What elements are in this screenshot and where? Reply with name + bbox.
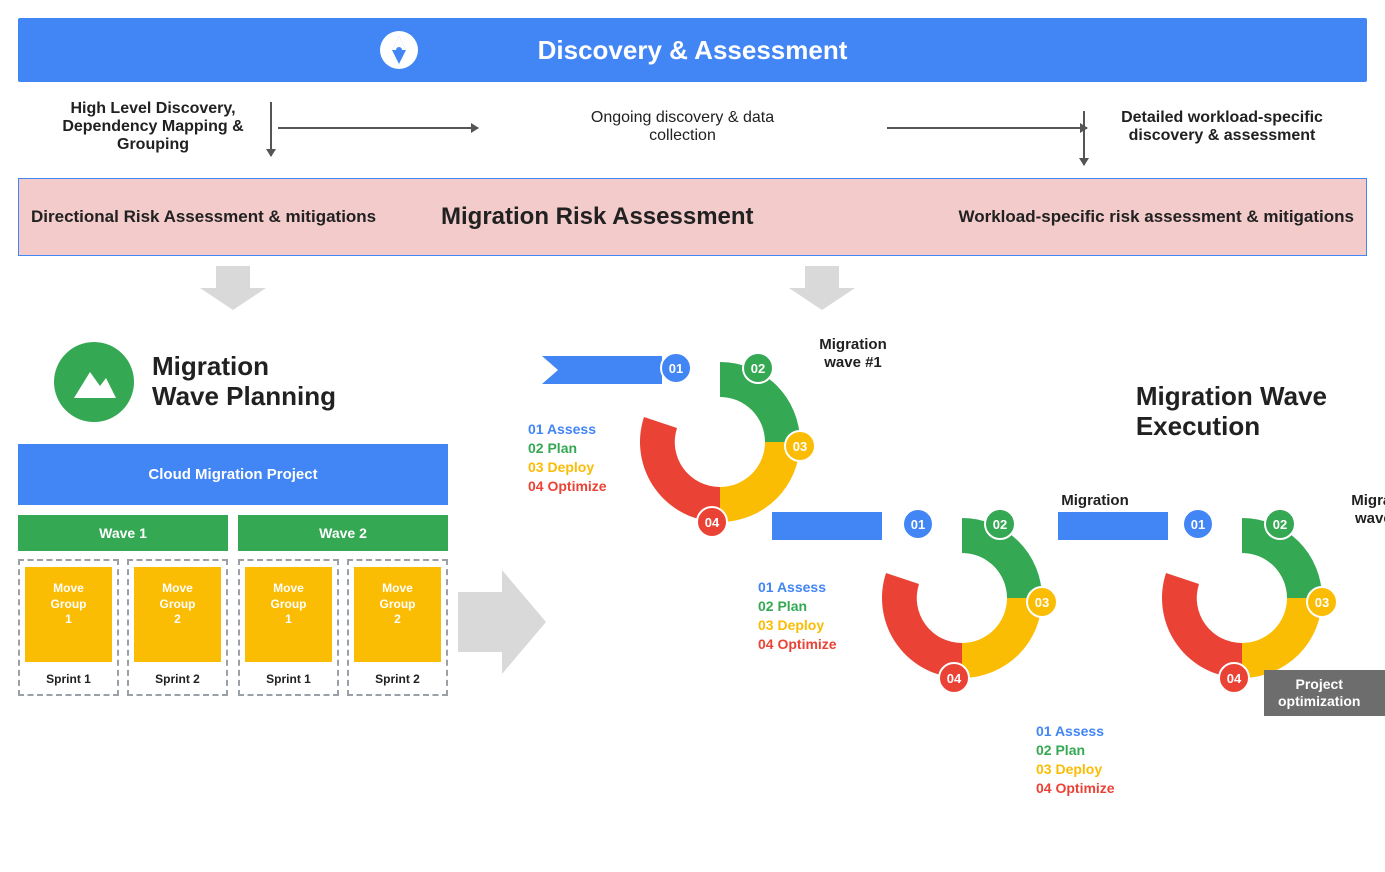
sprint-box: Move Group 2 Sprint 2	[127, 559, 228, 696]
step-badge-04: 04	[1218, 662, 1250, 694]
legend-plan: 02 Plan	[758, 597, 837, 616]
ring-flag-icon	[1058, 512, 1118, 540]
move-group-box: Move Group 2	[134, 567, 221, 662]
step-badge-01: 01	[660, 352, 692, 384]
project-optimization-tag: Project optimization	[1264, 670, 1385, 716]
cloud-migration-project-box: Cloud Migration Project	[18, 444, 448, 505]
subrow-left-text: High Level Discovery, Dependency Mapping…	[62, 100, 243, 154]
sprint-label: Sprint 1	[245, 672, 332, 686]
discovery-subrow: High Level Discovery, Dependency Mapping…	[18, 82, 1367, 178]
arrow-right-icon	[278, 127, 478, 129]
legend-assess: 01 Assess	[528, 420, 607, 439]
risk-mid-title: Migration Risk Assessment	[441, 203, 958, 231]
risk-assessment-band: Directional Risk Assessment & mitigation…	[18, 178, 1367, 256]
move-group-box: Move Group 1	[25, 567, 112, 662]
arrow-right-icon	[887, 127, 1087, 129]
step-badge-01: 01	[902, 508, 934, 540]
legend-assess: 01 Assess	[758, 578, 837, 597]
gray-down-arrows	[18, 266, 1367, 322]
arrow-down-large-icon	[188, 266, 278, 310]
sprint-box: Move Group 1 Sprint 1	[18, 559, 119, 696]
sprint-box: Move Group 2 Sprint 2	[347, 559, 448, 696]
legend-deploy: 03 Deploy	[1036, 760, 1115, 779]
legend-optimize: 04 Optimize	[758, 635, 837, 654]
migration-wave-execution: Migration Wave Execution Migration wave …	[558, 342, 1367, 842]
step-badge-04: 04	[938, 662, 970, 694]
sprint-label: Sprint 2	[354, 672, 441, 686]
legend-plan: 02 Plan	[528, 439, 607, 458]
move-group-box: Move Group 2	[354, 567, 441, 662]
mountain-icon	[54, 342, 134, 422]
step-badge-04: 04	[696, 506, 728, 538]
step-badge-02: 02	[984, 508, 1016, 540]
legend-plan: 02 Plan	[1036, 741, 1115, 760]
discovery-header: Discovery & Assessment	[18, 18, 1367, 82]
wave-box: Wave 2	[238, 515, 448, 551]
subrow-right-text: Detailed workload-specific discovery & a…	[1121, 109, 1323, 145]
legend-assess: 01 Assess	[1036, 722, 1115, 741]
subrow-mid-text: Ongoing discovery & data collection	[591, 109, 774, 145]
cycle-legend: 01 Assess 02 Plan 03 Deploy 04 Optimize	[758, 578, 837, 654]
compass-icon	[378, 29, 420, 71]
arrow-down-icon	[1083, 111, 1085, 165]
legend-optimize: 04 Optimize	[1036, 779, 1115, 798]
migration-wave-ring-2: Migration wave #2 01 02 03 04	[840, 498, 1088, 698]
arrow-down-icon	[270, 102, 272, 156]
cycle-legend: 01 Assess 02 Plan 03 Deploy 04 Optimize	[1036, 722, 1115, 798]
step-badge-01: 01	[1182, 508, 1214, 540]
legend-deploy: 03 Deploy	[758, 616, 837, 635]
execution-title: Migration Wave Execution	[1136, 382, 1327, 442]
cycle-legend: 01 Assess 02 Plan 03 Deploy 04 Optimize	[528, 420, 607, 496]
risk-left-text: Directional Risk Assessment & mitigation…	[31, 207, 441, 227]
move-group-box: Move Group 1	[245, 567, 332, 662]
risk-right-text: Workload-specific risk assessment & miti…	[958, 207, 1354, 227]
header-title: Discovery & Assessment	[538, 35, 848, 66]
step-badge-02: 02	[1264, 508, 1296, 540]
migration-wave-planning: Migration Wave Planning Cloud Migration …	[18, 342, 448, 696]
legend-deploy: 03 Deploy	[528, 458, 607, 477]
sprint-label: Sprint 2	[134, 672, 221, 686]
sprint-box: Move Group 1 Sprint 1	[238, 559, 339, 696]
step-badge-02: 02	[742, 352, 774, 384]
step-badge-03: 03	[1306, 586, 1338, 618]
migration-wave-ring-n: Migration wave #N 01 02 03 04	[1120, 498, 1368, 698]
legend-optimize: 04 Optimize	[528, 477, 607, 496]
step-badge-03: 03	[784, 430, 816, 462]
wave-box: Wave 1	[18, 515, 228, 551]
arrow-down-large-icon	[777, 266, 867, 310]
step-badge-03: 03	[1026, 586, 1058, 618]
sprint-label: Sprint 1	[25, 672, 112, 686]
planning-title: Migration Wave Planning	[152, 352, 336, 412]
arrow-right-large-icon	[458, 570, 548, 674]
